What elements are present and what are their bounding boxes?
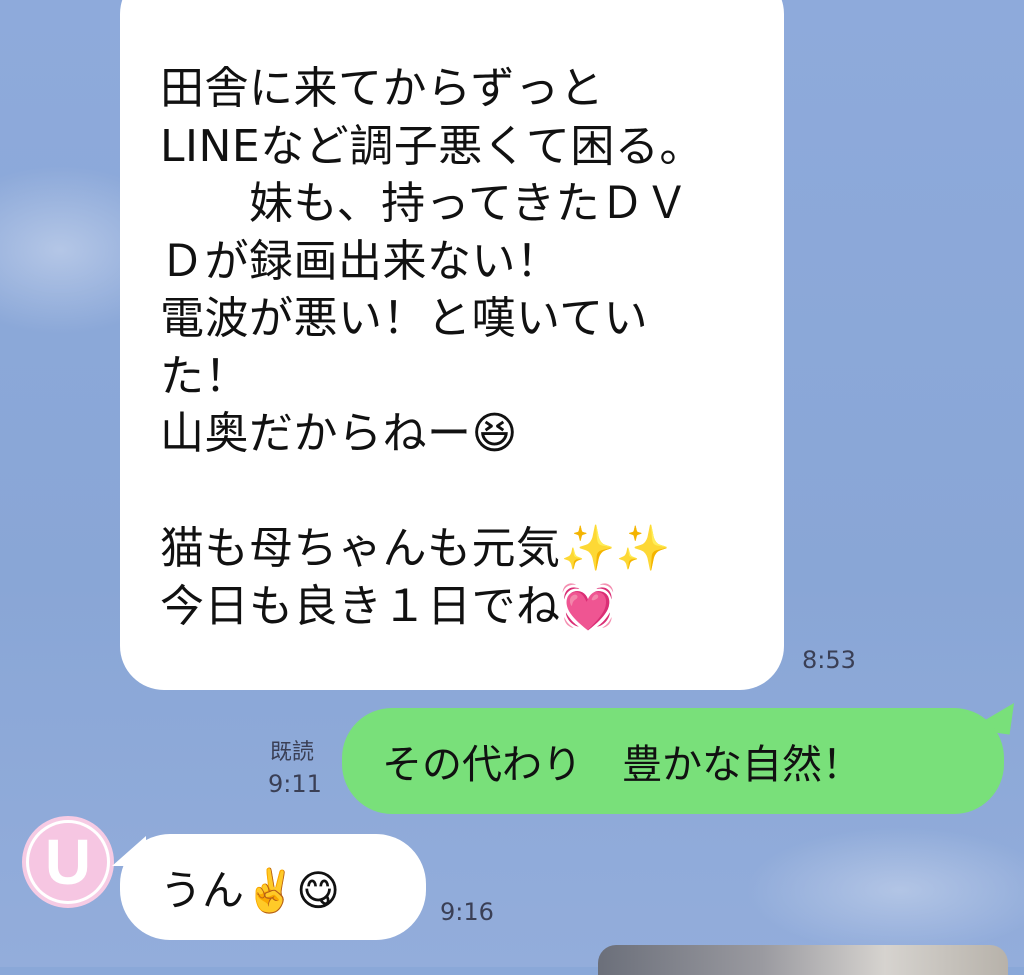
incoming-message-bubble[interactable]: うん✌️😋 [120, 834, 426, 940]
message-text: うん✌️😋 [160, 865, 341, 915]
read-receipt: 既読 [270, 740, 315, 765]
outgoing-message-bubble[interactable]: その代わり 豊かな自然！ [342, 708, 1004, 814]
message-timestamp: 9:11 [268, 770, 322, 798]
contact-avatar[interactable]: U [22, 816, 114, 908]
message-timestamp: 9:16 [440, 898, 494, 926]
incoming-message-bubble[interactable]: 田舎に来てからずっと LINEなど調子悪くて困る。 妹も、持ってきたＤＶ Ｄが録… [120, 0, 784, 690]
message-text: 田舎に来てからずっと LINEなど調子悪くて困る。 妹も、持ってきたＤＶ Ｄが録… [160, 63, 704, 632]
avatar-letter: U [29, 823, 107, 901]
message-timestamp: 8:53 [802, 646, 856, 674]
image-message-preview[interactable] [598, 945, 1008, 975]
message-text: その代わり 豊かな自然！ [382, 742, 862, 788]
